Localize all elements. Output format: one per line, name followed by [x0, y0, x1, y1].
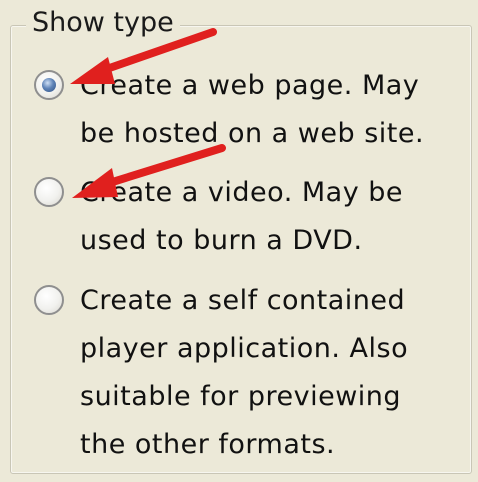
radio-label-video: Create a video. May be used to burn a DV…: [80, 177, 404, 256]
radio-option-video[interactable]: Create a video. May be used to burn a DV…: [34, 175, 454, 265]
dialog-panel: Show type Create a web page. May be host…: [0, 0, 478, 482]
screenshot-stage: Show type Create a web page. May be host…: [0, 0, 478, 482]
radio-label-web-page: Create a web page. May be hosted on a we…: [80, 70, 425, 149]
radio-label-player-application: Create a self contained player applicati…: [80, 285, 409, 460]
radio-option-player-application[interactable]: Create a self contained player applicati…: [34, 283, 454, 469]
radio-button-web-page[interactable]: [34, 70, 64, 100]
radio-button-player-application[interactable]: [34, 285, 64, 315]
radio-option-web-page[interactable]: Create a web page. May be hosted on a we…: [34, 68, 454, 158]
radio-button-video[interactable]: [34, 177, 64, 207]
groupbox-legend: Show type: [26, 6, 180, 40]
